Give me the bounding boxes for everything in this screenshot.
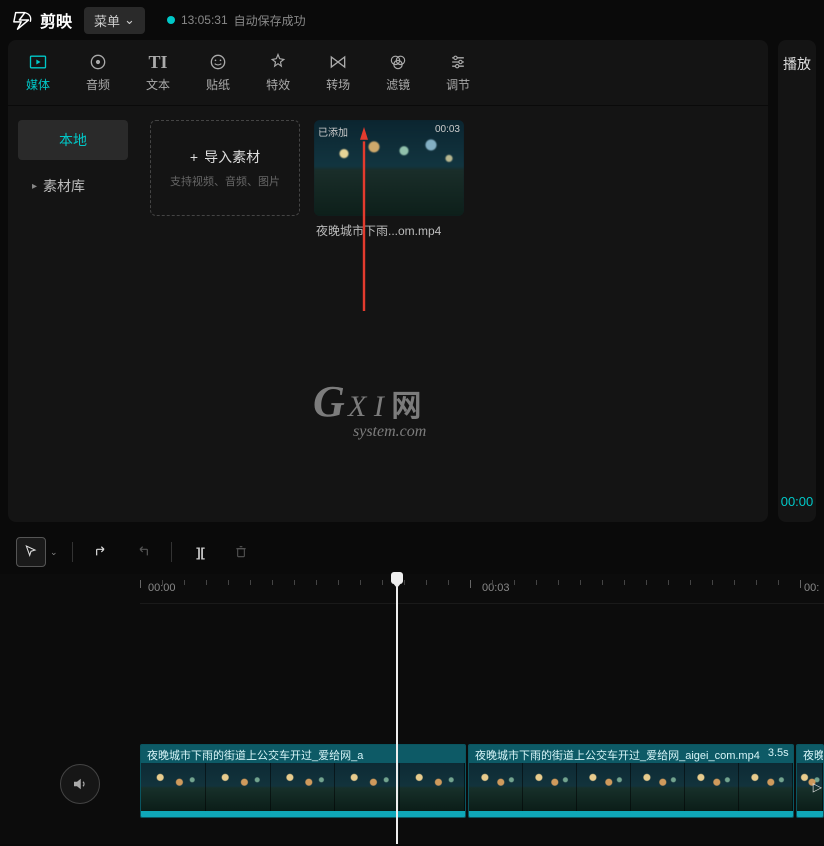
- playhead[interactable]: [396, 574, 398, 844]
- plus-icon: +: [190, 149, 198, 165]
- sidebar-item-library[interactable]: ▸ 素材库: [18, 166, 128, 206]
- watermark: G X I 网 system.com: [313, 376, 426, 441]
- tab-transition[interactable]: 转场: [320, 48, 356, 97]
- media-icon: [28, 52, 48, 72]
- tab-media[interactable]: 媒体: [20, 48, 56, 97]
- video-track[interactable]: 夜晚城市下雨的街道上公交车开过_爱给网_a 夜晚城市下雨的街道上公交车开过_爱给…: [140, 744, 824, 818]
- clip-1[interactable]: 夜晚城市下雨的街道上公交车开过_爱给网_a: [140, 744, 466, 818]
- autosave-status: 13:05:31 自动保存成功: [167, 12, 306, 29]
- split-icon: ][: [196, 545, 205, 560]
- text-icon: TI: [148, 52, 168, 72]
- sidebar-item-local[interactable]: 本地: [18, 120, 128, 160]
- chevron-down-icon[interactable]: ⌄: [50, 547, 58, 558]
- play-indicator-icon: ▷: [813, 780, 822, 794]
- redo-icon: [134, 544, 150, 560]
- logo-icon: [12, 9, 34, 31]
- clip-2[interactable]: 夜晚城市下雨的街道上公交车开过_爱给网_aigei_com.mp4 3.5s: [468, 744, 794, 818]
- duration-badge: 00:03: [435, 124, 460, 135]
- split-button[interactable]: ][: [186, 537, 216, 567]
- timeline[interactable]: 00:00 00:03 00: 夜晚城市下雨的街道上公交车开过_爱给网_a 夜晚…: [0, 574, 824, 844]
- sticker-icon: [208, 52, 228, 72]
- added-badge: 已添加: [318, 124, 348, 139]
- ruler-label: 00:: [804, 582, 819, 594]
- tab-effect[interactable]: 特效: [260, 48, 296, 97]
- preview-time: 00:00: [778, 494, 816, 509]
- trash-icon: [233, 544, 249, 560]
- effect-icon: [268, 52, 288, 72]
- media-item[interactable]: 已添加 00:03 夜晚城市下雨...om.mp4: [314, 120, 464, 239]
- media-filename: 夜晚城市下雨...om.mp4: [314, 222, 464, 239]
- filter-icon: [388, 52, 408, 72]
- redo-button[interactable]: [127, 537, 157, 567]
- chevron-down-icon: ⌄: [124, 12, 135, 28]
- undo-icon: [94, 544, 110, 560]
- tab-audio[interactable]: 音频: [80, 48, 116, 97]
- preview-panel: 播放 00:00: [778, 40, 816, 522]
- preview-label: 播放: [778, 54, 816, 74]
- media-content: + 导入素材 支持视频、音频、图片 已添加 00:03 夜晚城市下雨...om.…: [138, 106, 768, 522]
- delete-button[interactable]: [226, 537, 256, 567]
- category-tabs: 媒体 音频 TI 文本 贴纸 特效 转场: [8, 40, 768, 106]
- media-sidebar: 本地 ▸ 素材库: [8, 106, 138, 522]
- media-thumbnail[interactable]: 已添加 00:03: [314, 120, 464, 216]
- tracks: 夜晚城市下雨的街道上公交车开过_爱给网_a 夜晚城市下雨的街道上公交车开过_爱给…: [0, 604, 824, 814]
- menu-button[interactable]: 菜单 ⌄: [84, 7, 145, 34]
- track-mute-button[interactable]: [60, 764, 100, 804]
- tab-sticker[interactable]: 贴纸: [200, 48, 236, 97]
- status-dot-icon: [167, 16, 175, 24]
- transition-icon: [328, 52, 348, 72]
- tab-text[interactable]: TI 文本: [140, 48, 176, 97]
- caret-right-icon: ▸: [32, 181, 37, 192]
- adjust-icon: [448, 52, 468, 72]
- ruler-label: 00:03: [482, 582, 510, 594]
- import-media-button[interactable]: + 导入素材 支持视频、音频、图片: [150, 120, 300, 216]
- titlebar: 剪映 菜单 ⌄ 13:05:31 自动保存成功: [0, 0, 824, 40]
- media-panel: 媒体 音频 TI 文本 贴纸 特效 转场: [8, 40, 768, 522]
- cursor-icon: [23, 544, 39, 560]
- tab-adjust[interactable]: 调节: [440, 48, 476, 97]
- select-tool[interactable]: [16, 537, 46, 567]
- timeline-toolbar: ⌄ ][: [0, 530, 824, 574]
- app-logo: 剪映: [12, 8, 72, 32]
- undo-button[interactable]: [87, 537, 117, 567]
- speaker-icon: [71, 775, 89, 793]
- timeline-ruler[interactable]: 00:00 00:03 00:: [140, 574, 824, 604]
- audio-icon: [88, 52, 108, 72]
- app-name: 剪映: [40, 8, 72, 32]
- tab-filter[interactable]: 滤镜: [380, 48, 416, 97]
